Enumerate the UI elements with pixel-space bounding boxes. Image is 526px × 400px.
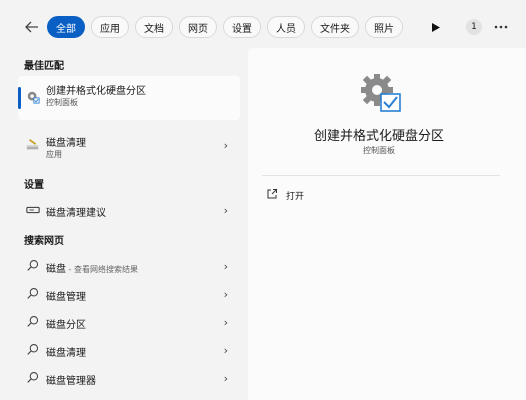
web-item-label: 磁盘管理: [46, 292, 86, 303]
chevron-right-icon[interactable]: ›: [224, 316, 228, 329]
settings-item-label: 磁盘清理建议: [46, 208, 106, 219]
settings-header: 设置: [24, 180, 44, 191]
detail-app-name: 创建并格式化硬盘分区: [313, 129, 444, 144]
app-result-subtitle: 应用: [46, 150, 62, 159]
web-item-disk-management[interactable]: 磁盘管理 ›: [18, 280, 240, 308]
rewards-badge[interactable]: 1: [466, 19, 482, 35]
control-panel-gear-icon: [361, 74, 401, 112]
web-item-label: 磁盘 - 查看网络搜索结果: [46, 264, 138, 275]
tab-folders[interactable]: 文件夹: [311, 16, 359, 38]
back-arrow-icon[interactable]: [22, 17, 42, 37]
app-result-disk-cleanup[interactable]: 磁盘清理 应用 ›: [18, 128, 240, 164]
results-list: 最佳匹配 创建并格式化硬盘分区 控制面板 磁盘清理 应用 › 设置 磁盘清理建议…: [0, 48, 245, 400]
tab-all[interactable]: 全部: [47, 16, 85, 38]
open-action[interactable]: 打开: [262, 184, 500, 206]
tab-apps[interactable]: 应用: [91, 16, 129, 38]
tab-documents[interactable]: 文档: [135, 16, 173, 38]
web-item-disk-partition[interactable]: 磁盘分区 ›: [18, 308, 240, 336]
best-match-result[interactable]: 创建并格式化硬盘分区 控制面板: [18, 76, 240, 120]
best-match-header: 最佳匹配: [24, 61, 64, 72]
web-search-hint: - 查看网络搜索结果: [66, 265, 138, 274]
chevron-right-icon[interactable]: ›: [224, 139, 228, 152]
search-icon: [27, 372, 39, 383]
search-icon: [27, 344, 39, 355]
chevron-right-icon[interactable]: ›: [224, 372, 228, 385]
detail-divider: [262, 175, 500, 176]
search-icon: [27, 260, 39, 271]
web-item-label: 磁盘分区: [46, 320, 86, 331]
web-item-label: 磁盘清理: [46, 348, 86, 359]
web-item-disk[interactable]: 磁盘 - 查看网络搜索结果 ›: [18, 252, 240, 280]
selection-indicator: [18, 87, 21, 109]
drive-icon: [26, 206, 40, 214]
tab-settings[interactable]: 设置: [223, 16, 261, 38]
chevron-right-icon[interactable]: ›: [224, 260, 228, 273]
tab-people[interactable]: 人员: [267, 16, 305, 38]
open-action-label: 打开: [286, 192, 305, 202]
open-external-icon: [267, 189, 277, 199]
disk-cleanup-icon: [26, 139, 39, 150]
web-item-label: 磁盘管理器: [46, 376, 96, 387]
web-item-disk-cleanup[interactable]: 磁盘清理 ›: [18, 336, 240, 364]
web-item-disk-manager[interactable]: 磁盘管理器 ›: [18, 364, 240, 392]
search-icon: [27, 316, 39, 327]
settings-item-disk-cleanup-recommendations[interactable]: 磁盘清理建议 ›: [18, 196, 240, 224]
control-panel-gear-icon: [27, 91, 40, 104]
best-match-title: 创建并格式化硬盘分区: [46, 86, 146, 97]
filter-tabs: 全部 应用 文档 网页 设置 人员 文件夹 照片: [47, 16, 403, 38]
app-result-title: 磁盘清理: [46, 138, 86, 149]
tab-web[interactable]: 网页: [179, 16, 217, 38]
search-web-header: 搜索网页: [24, 236, 64, 247]
chevron-right-icon[interactable]: ›: [224, 204, 228, 217]
best-match-subtitle: 控制面板: [46, 98, 78, 107]
detail-app-type: 控制面板: [363, 146, 395, 155]
search-filter-bar: 全部 应用 文档 网页 设置 人员 文件夹 照片 1: [0, 0, 526, 48]
chevron-right-icon[interactable]: ›: [224, 344, 228, 357]
more-icon[interactable]: [491, 17, 511, 37]
tab-photos[interactable]: 照片: [365, 16, 403, 38]
play-icon[interactable]: [428, 19, 444, 35]
search-icon: [27, 288, 39, 299]
chevron-right-icon[interactable]: ›: [224, 288, 228, 301]
